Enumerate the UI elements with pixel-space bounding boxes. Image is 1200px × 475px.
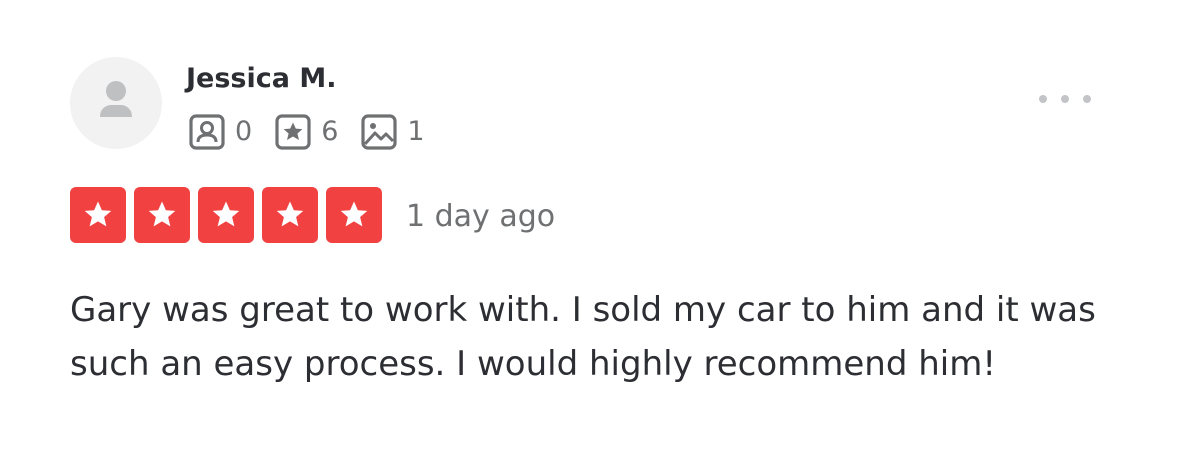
more-dot xyxy=(1039,95,1047,103)
star-icon xyxy=(326,187,382,243)
stat-photos: 1 xyxy=(360,113,425,151)
star-rating xyxy=(70,187,390,243)
stat-reviews: 6 xyxy=(274,113,338,151)
stat-friends: 0 xyxy=(188,113,252,151)
review-card: Jessica M. 0 6 1 1 day ago Gary was grea… xyxy=(0,0,1200,475)
stat-friends-count: 0 xyxy=(235,116,253,147)
more-horizontal-icon[interactable] xyxy=(1030,84,1100,114)
star-icon xyxy=(134,187,190,243)
stat-reviews-count: 6 xyxy=(321,116,339,147)
reviews-icon xyxy=(274,113,312,151)
stat-photos-count: 1 xyxy=(407,116,425,147)
friends-icon xyxy=(188,113,226,151)
review-text: Gary was great to work with. I sold my c… xyxy=(70,290,1096,384)
star-icon xyxy=(70,187,126,243)
reviewer-stats: 0 6 1 xyxy=(188,113,447,151)
photos-icon xyxy=(360,113,398,151)
more-dot xyxy=(1061,95,1069,103)
star-icon xyxy=(198,187,254,243)
user-placeholder-icon[interactable] xyxy=(70,57,162,149)
more-dot xyxy=(1083,95,1091,103)
star-icon xyxy=(262,187,318,243)
reviewer-name[interactable]: Jessica M. xyxy=(186,61,337,97)
review-date: 1 day ago xyxy=(406,199,556,234)
